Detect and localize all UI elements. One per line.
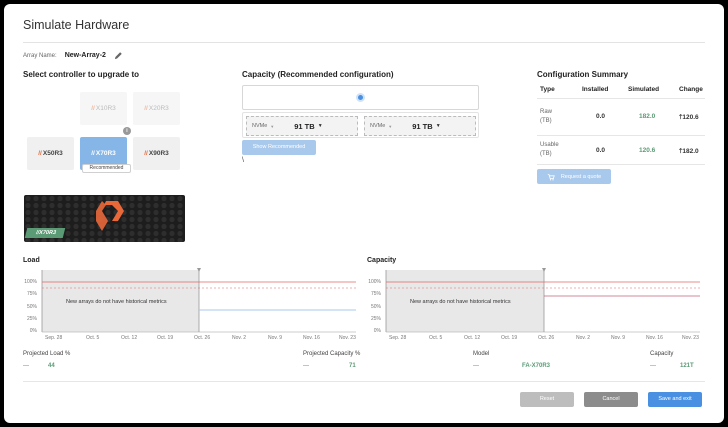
load-xtick: Sep. 28 — [45, 335, 63, 341]
model-value: FA-X70R3 — [522, 363, 551, 369]
projected-capacity-value: 71 — [349, 363, 356, 369]
capacity-ytick: 25% — [370, 316, 381, 322]
capacity-ytick: 100% — [368, 279, 381, 285]
capacity-xtick: Nov. 9 — [611, 335, 626, 341]
save-and-exit-button[interactable]: Save and exit — [648, 392, 702, 407]
model-current: — — [473, 363, 479, 369]
capacity-xtick: Oct. 12 — [464, 335, 481, 341]
load-ytick: 100% — [24, 279, 37, 285]
load-ytick: 75% — [26, 291, 37, 297]
load-ytick: 25% — [26, 316, 37, 322]
load-xtick: Oct. 12 — [121, 335, 138, 341]
capacity-value: 121T — [680, 363, 694, 369]
projected-capacity-label: Projected Capacity % — [303, 351, 361, 357]
load-xtick: Oct. 19 — [157, 335, 174, 341]
capacity-chart-note: New arrays do not have historical metric… — [410, 299, 511, 305]
footer-divider — [23, 381, 705, 382]
load-chart-note: New arrays do not have historical metric… — [66, 299, 167, 305]
projected-load-label: Projected Load % — [23, 351, 71, 357]
capacity-xtick: Nov. 23 — [682, 335, 699, 341]
load-xtick: Nov. 2 — [232, 335, 247, 341]
load-xtick: Nov. 9 — [268, 335, 283, 341]
capacity-xtick: Oct. 5 — [429, 335, 443, 341]
model-label: Model — [473, 351, 490, 357]
capacity-xtick: Oct. 26 — [538, 335, 555, 341]
projected-capacity-current: — — [303, 363, 309, 369]
capacity-current: — — [650, 363, 656, 369]
load-xtick: Oct. 26 — [194, 335, 211, 341]
projected-load-value: 44 — [48, 363, 55, 369]
capacity-xtick: Oct. 19 — [501, 335, 518, 341]
capacity-ytick: 0% — [373, 328, 381, 334]
capacity-xtick: Nov. 16 — [646, 335, 663, 341]
capacity-xtick: Sep. 28 — [389, 335, 407, 341]
projected-load-current: — — [23, 363, 29, 369]
reset-button[interactable]: Reset — [520, 392, 574, 407]
load-xtick: Nov. 23 — [339, 335, 356, 341]
load-ytick: 0% — [29, 328, 37, 334]
capacity-xtick: Nov. 2 — [576, 335, 591, 341]
capacity-ytick: 75% — [370, 291, 381, 297]
load-xtick: Nov. 16 — [303, 335, 320, 341]
capacity-ytick: 50% — [370, 304, 381, 310]
load-ytick: 50% — [26, 304, 37, 310]
charts-canvas — [41, 268, 700, 333]
capacity-label: Capacity — [650, 351, 674, 357]
simulate-hardware-dialog: Simulate Hardware Array Name: New-Array-… — [4, 4, 724, 423]
load-xtick: Oct. 5 — [86, 335, 100, 341]
cancel-button[interactable]: Cancel — [584, 392, 638, 407]
